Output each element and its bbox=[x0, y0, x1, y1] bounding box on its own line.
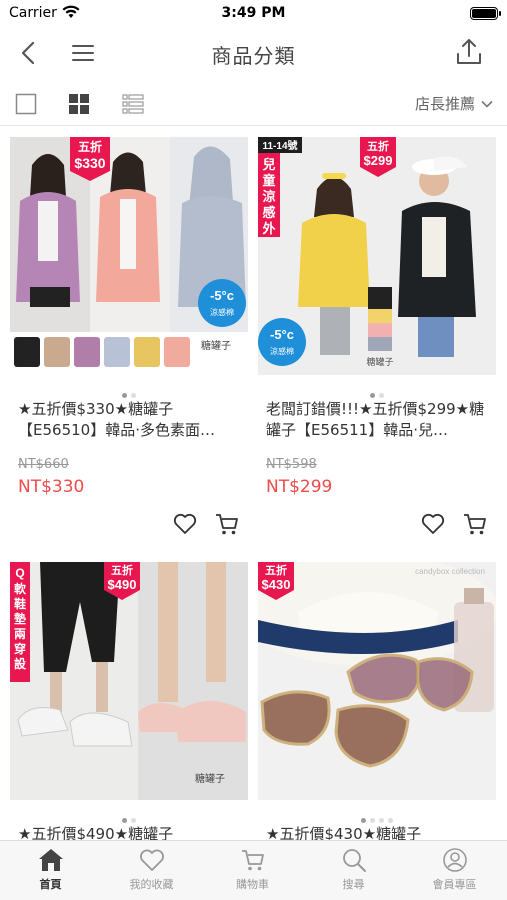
cool-tag-text: -5°c bbox=[210, 288, 234, 303]
product-name[interactable]: ★五折價$430★糖罐子 bbox=[266, 824, 488, 840]
svg-text:五折: 五折 bbox=[265, 563, 287, 577]
product-image[interactable]: 糖罐子 Q 軟 鞋 墊 兩 穿 設 五折 $490 bbox=[10, 562, 248, 800]
heart-icon[interactable] bbox=[420, 511, 446, 537]
tab-label: 首頁 bbox=[39, 878, 62, 891]
product-photo-sunglasses: candybox collection 五折 $430 bbox=[258, 562, 496, 800]
svg-text:童: 童 bbox=[262, 173, 275, 189]
svg-text:涼: 涼 bbox=[262, 189, 275, 205]
svg-text:五折: 五折 bbox=[78, 139, 102, 154]
svg-text:墊: 墊 bbox=[14, 611, 26, 626]
chevron-down-icon bbox=[481, 100, 493, 108]
svg-text:兒: 兒 bbox=[262, 157, 275, 173]
svg-text:涼感棉: 涼感棉 bbox=[270, 346, 294, 356]
svg-text:感: 感 bbox=[262, 205, 275, 221]
svg-text:五折: 五折 bbox=[367, 139, 389, 153]
tab-cart[interactable]: 購物車 bbox=[202, 847, 303, 897]
svg-text:糖罐子: 糖罐子 bbox=[366, 356, 393, 368]
svg-text:糖罐子: 糖罐子 bbox=[201, 339, 231, 352]
grid-view-icon[interactable] bbox=[67, 92, 91, 116]
add-to-cart-icon[interactable] bbox=[214, 511, 240, 537]
tab-label: 會員專區 bbox=[432, 878, 477, 891]
home-icon bbox=[38, 849, 63, 871]
sale-price: NT$330 bbox=[18, 477, 85, 497]
tab-label: 搜尋 bbox=[342, 878, 365, 891]
bottom-tab-bar: 首頁 我的收藏 購物車 搜尋 會員專區 bbox=[0, 840, 507, 900]
svg-text:$299: $299 bbox=[364, 153, 393, 168]
status-bar: Carrier 3:49 PM bbox=[0, 0, 507, 28]
original-price: NT$660 bbox=[18, 457, 69, 472]
single-view-icon[interactable] bbox=[14, 92, 38, 116]
heart-icon[interactable] bbox=[172, 511, 198, 537]
svg-text:設: 設 bbox=[14, 656, 27, 671]
tab-label: 我的收藏 bbox=[129, 878, 174, 891]
product-image[interactable]: 11-14號 兒 童 涼 感 外 -5°c 涼感棉 糖罐子 五折 $299 bbox=[258, 137, 496, 375]
product-image[interactable]: -5°c 涼感棉 糖罐子 五折 $330 bbox=[10, 137, 248, 375]
product-photo-kids-jackets: 11-14號 兒 童 涼 感 外 -5°c 涼感棉 糖罐子 五折 $299 bbox=[258, 137, 496, 375]
svg-text:candybox collection: candybox collection bbox=[415, 567, 485, 576]
user-icon bbox=[442, 848, 467, 872]
svg-text:$430: $430 bbox=[262, 577, 291, 592]
product-photo-sneakers: 糖罐子 Q 軟 鞋 墊 兩 穿 設 五折 $490 bbox=[10, 562, 248, 800]
view-toolbar: 店長推薦 bbox=[0, 80, 507, 126]
search-icon bbox=[342, 849, 366, 872]
clock: 3:49 PM bbox=[221, 5, 286, 21]
product-photo-hoodies: -5°c 涼感棉 糖罐子 五折 $330 bbox=[10, 137, 248, 375]
svg-text:$490: $490 bbox=[108, 577, 137, 592]
svg-text:兩: 兩 bbox=[14, 627, 26, 641]
heart-icon bbox=[139, 849, 164, 871]
tab-member[interactable]: 會員專區 bbox=[404, 847, 505, 897]
original-price: NT$598 bbox=[266, 457, 317, 472]
share-icon[interactable] bbox=[453, 36, 485, 68]
sort-label: 店長推薦 bbox=[414, 95, 475, 113]
svg-text:五折: 五折 bbox=[111, 563, 133, 577]
svg-text:鞋: 鞋 bbox=[14, 596, 26, 611]
add-to-cart-icon[interactable] bbox=[462, 511, 488, 537]
product-name[interactable]: 老闆訂錯價!!!★五折價$299★糖罐子【E56511】韓品‧兒… bbox=[266, 399, 488, 441]
product-name[interactable]: ★五折價$490★糖罐子 bbox=[18, 824, 240, 840]
svg-text:軟: 軟 bbox=[14, 581, 27, 596]
sale-price: NT$299 bbox=[266, 477, 333, 497]
svg-text:-5°c: -5°c bbox=[270, 327, 294, 342]
product-grid: -5°c 涼感棉 糖罐子 五折 $330 ★五折價$330★糖罐子【E56510… bbox=[0, 127, 507, 840]
svg-text:涼感棉: 涼感棉 bbox=[210, 307, 234, 317]
tab-label: 購物車 bbox=[236, 878, 269, 891]
svg-text:穿: 穿 bbox=[14, 641, 26, 656]
product-name[interactable]: ★五折價$330★糖罐子【E56510】韓品‧多色素面… bbox=[18, 399, 240, 441]
cart-icon bbox=[241, 850, 264, 871]
sort-dropdown[interactable]: 店長推薦 bbox=[415, 93, 493, 114]
svg-text:外: 外 bbox=[261, 221, 275, 237]
product-image[interactable]: candybox collection 五折 $430 bbox=[258, 562, 496, 800]
svg-text:11-14號: 11-14號 bbox=[262, 139, 297, 152]
nav-bar: 商品分類 bbox=[0, 28, 507, 78]
svg-text:糖罐子: 糖罐子 bbox=[195, 772, 225, 785]
svg-text:Q: Q bbox=[15, 566, 24, 580]
tab-search[interactable]: 搜尋 bbox=[303, 847, 404, 897]
page-title: 商品分類 bbox=[211, 44, 296, 68]
list-view-icon[interactable] bbox=[121, 92, 145, 116]
tab-home[interactable]: 首頁 bbox=[0, 847, 101, 897]
svg-text:$330: $330 bbox=[74, 155, 105, 171]
tab-favorites[interactable]: 我的收藏 bbox=[101, 847, 202, 897]
battery-icon bbox=[470, 7, 501, 20]
